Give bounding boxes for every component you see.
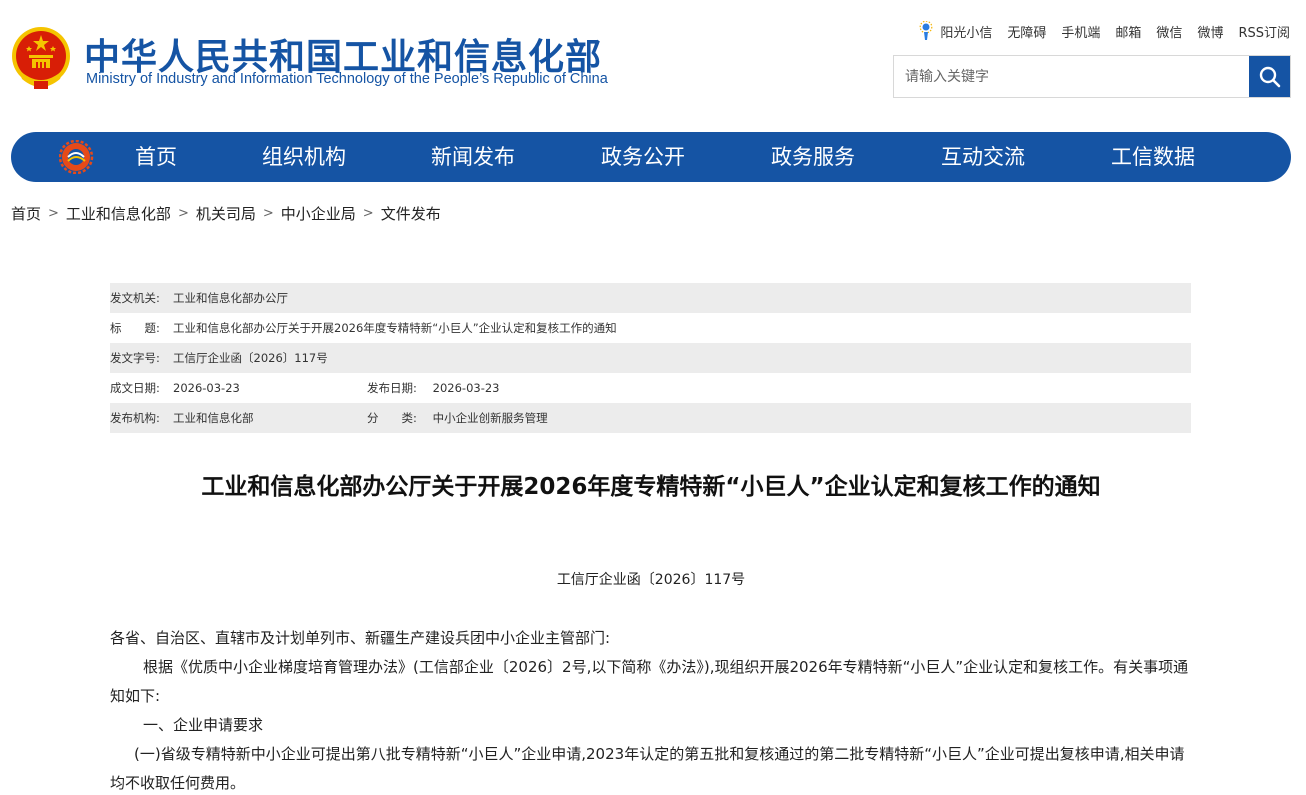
breadcrumb: 首页 > 工业和信息化部 > 机关司局 > 中小企业局 > 文件发布 bbox=[11, 202, 441, 224]
published-group: 发布日期: 2026-03-23 bbox=[367, 380, 500, 396]
published-value: 2026-03-23 bbox=[432, 381, 500, 395]
sunshine-icon bbox=[919, 21, 933, 40]
nav-news[interactable]: 新闻发布 bbox=[431, 132, 515, 182]
title-value: 工业和信息化部办公厅关于开展2026年度专精特新“小巨人”企业认定和复核工作的通… bbox=[173, 321, 617, 335]
category-label: 分 类: bbox=[367, 411, 417, 425]
breadcrumb-separator: > bbox=[177, 205, 189, 221]
nav-organization[interactable]: 组织机构 bbox=[262, 132, 346, 182]
docno-value: 工信厅企业函〔2026〕117号 bbox=[173, 351, 328, 365]
toplink-rss[interactable]: RSS订阅 bbox=[1238, 22, 1290, 41]
breadcrumb-item[interactable]: 机关司局 bbox=[196, 203, 256, 224]
breadcrumb-item[interactable]: 中小企业局 bbox=[281, 203, 356, 224]
breadcrumb-item[interactable]: 工业和信息化部 bbox=[66, 203, 171, 224]
site-header: 中华人民共和国工业和信息化部 Ministry of Industry and … bbox=[0, 0, 1306, 120]
org-value: 工业和信息化部 bbox=[173, 411, 254, 425]
toplink-mail[interactable]: 邮箱 bbox=[1115, 22, 1141, 41]
search-box bbox=[893, 55, 1291, 98]
toplink-wechat[interactable]: 微信 bbox=[1156, 22, 1182, 41]
site-subtitle: Ministry of Industry and Information Tec… bbox=[86, 71, 608, 87]
info-row-title: 标 题: 工业和信息化部办公厅关于开展2026年度专精特新“小巨人”企业认定和复… bbox=[110, 313, 1191, 343]
salutation: 各省、自治区、直辖市及计划单列市、新疆生产建设兵团中小企业主管部门: bbox=[110, 629, 611, 647]
search-icon bbox=[1259, 66, 1280, 87]
article-body: 各省、自治区、直辖市及计划单列市、新疆生产建设兵团中小企业主管部门: 根据《优质… bbox=[110, 624, 1191, 795]
nav-home[interactable]: 首页 bbox=[135, 132, 177, 182]
section-heading: 一、企业申请要求 bbox=[143, 716, 264, 734]
info-row-org: 发布机构: 工业和信息化部 分 类: 中小企业创新服务管理 bbox=[110, 403, 1191, 433]
breadcrumb-item[interactable]: 首页 bbox=[11, 203, 41, 224]
main-nav: 首页 组织机构 新闻发布 政务公开 政务服务 互动交流 工信数据 bbox=[11, 132, 1291, 182]
document-info-table: 发文机关: 工业和信息化部办公厅 标 题: 工业和信息化部办公厅关于开展2026… bbox=[110, 283, 1191, 433]
info-row-docno: 发文字号: 工信厅企业函〔2026〕117号 bbox=[110, 343, 1191, 373]
breadcrumb-item[interactable]: 文件发布 bbox=[381, 203, 441, 224]
title-label: 标 题: bbox=[110, 321, 160, 335]
top-links: 阳光小信 无障碍 手机端 邮箱 微信 微博 RSS订阅 bbox=[918, 20, 1290, 42]
search-button[interactable] bbox=[1249, 56, 1290, 97]
category-group: 分 类: 中小企业创新服务管理 bbox=[367, 410, 548, 426]
document-title: 工业和信息化部办公厅关于开展2026年度专精特新“小巨人”企业认定和复核工作的通… bbox=[201, 474, 1101, 500]
nav-government-affairs[interactable]: 政务公开 bbox=[601, 132, 685, 182]
created-label: 成文日期: bbox=[110, 381, 160, 395]
nav-data[interactable]: 工信数据 bbox=[1111, 132, 1195, 182]
docno-label: 发文字号: bbox=[110, 351, 160, 365]
miit-logo-icon bbox=[59, 140, 94, 174]
created-value: 2026-03-23 bbox=[173, 381, 240, 395]
published-label: 发布日期: bbox=[367, 381, 417, 395]
toplink-weibo[interactable]: 微博 bbox=[1197, 22, 1223, 41]
info-row-dates: 成文日期: 2026-03-23 发布日期: 2026-03-23 bbox=[110, 373, 1191, 403]
category-value: 中小企业创新服务管理 bbox=[432, 411, 548, 425]
toplink-sunshine[interactable]: 阳光小信 bbox=[940, 22, 992, 41]
breadcrumb-separator: > bbox=[262, 205, 274, 221]
issuer-value: 工业和信息化部办公厅 bbox=[173, 291, 288, 305]
document-number: 工信厅企业函〔2026〕117号 bbox=[556, 572, 746, 588]
search-input[interactable] bbox=[894, 56, 1250, 97]
article-paragraph: 根据《优质中小企业梯度培育管理办法》(工信部企业〔2026〕2号,以下简称《办法… bbox=[110, 658, 1189, 705]
nav-services[interactable]: 政务服务 bbox=[771, 132, 855, 182]
article-paragraph: (一)省级专精特新中小企业可提出第八批专精特新“小巨人”企业申请,2023年认定… bbox=[110, 745, 1185, 792]
org-label: 发布机构: bbox=[110, 411, 160, 425]
info-row-issuer: 发文机关: 工业和信息化部办公厅 bbox=[110, 283, 1191, 313]
issuer-label: 发文机关: bbox=[110, 291, 160, 305]
breadcrumb-separator: > bbox=[48, 205, 59, 221]
nav-interaction[interactable]: 互动交流 bbox=[941, 132, 1025, 182]
toplink-mobile[interactable]: 手机端 bbox=[1061, 22, 1100, 41]
national-emblem-icon[interactable] bbox=[10, 25, 72, 91]
toplink-accessibility[interactable]: 无障碍 bbox=[1007, 22, 1046, 41]
breadcrumb-separator: > bbox=[362, 205, 374, 221]
